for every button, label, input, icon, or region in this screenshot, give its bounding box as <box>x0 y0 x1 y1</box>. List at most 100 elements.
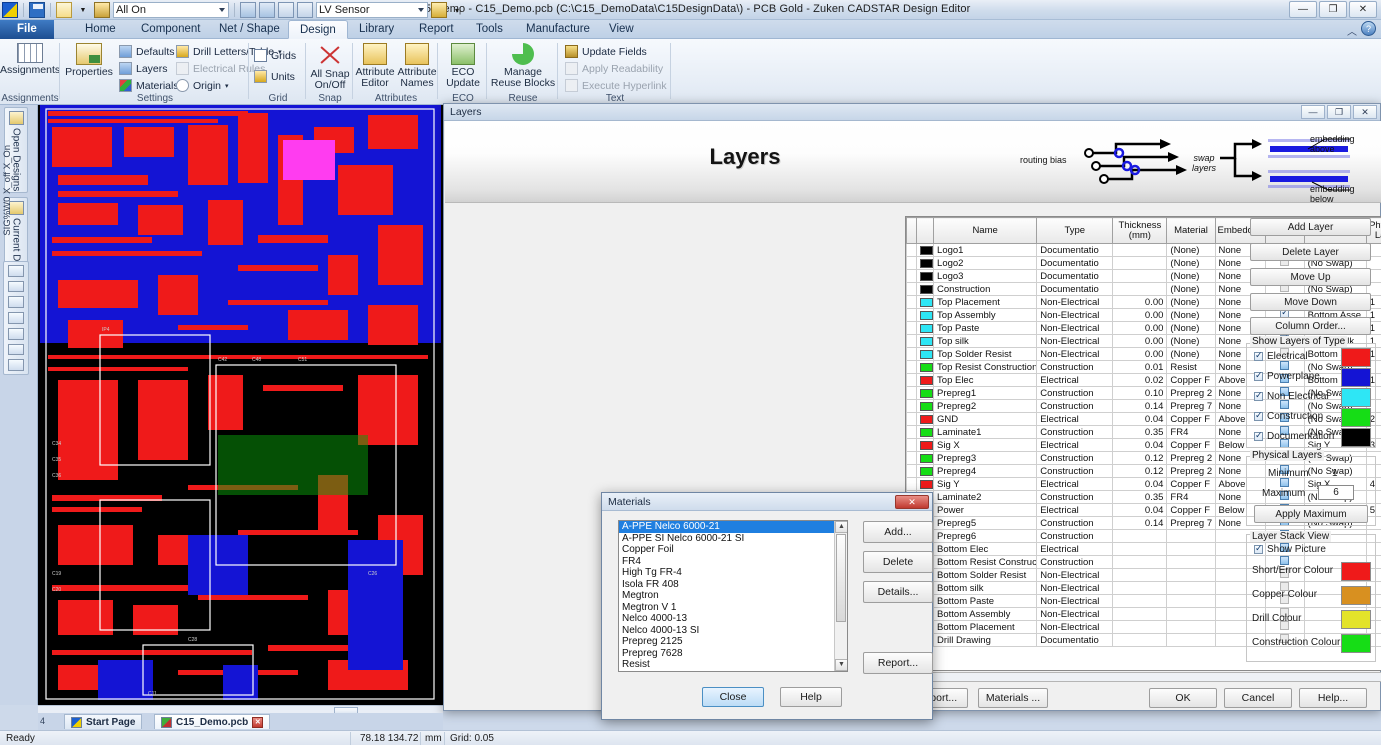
row-colour-cell[interactable] <box>916 399 935 413</box>
cell-name[interactable]: Power <box>933 503 1038 517</box>
cell-name[interactable]: Logo3 <box>933 269 1038 283</box>
tab-component[interactable]: Component <box>130 20 211 39</box>
cell-thickness[interactable] <box>1112 542 1168 556</box>
cell-material[interactable]: (None) <box>1166 308 1216 322</box>
tab-net-shape[interactable]: Net / Shape <box>208 20 291 39</box>
row-select-cell[interactable] <box>906 321 918 335</box>
cell-material[interactable]: Copper F <box>1166 438 1216 452</box>
sensor-combo[interactable]: LV Sensor <box>316 2 428 18</box>
cell-thickness[interactable]: 0.14 <box>1112 399 1168 413</box>
cell-name[interactable]: Prepreg4 <box>933 464 1038 478</box>
row-colour-cell[interactable] <box>916 282 935 296</box>
cell-type[interactable]: Electrical <box>1036 438 1114 452</box>
layer-icon[interactable] <box>94 2 110 18</box>
show-picture-row[interactable]: Show Picture <box>1254 543 1326 555</box>
cell-name[interactable]: Prepreg3 <box>933 451 1038 465</box>
cell-thickness[interactable] <box>1112 633 1168 647</box>
list-item[interactable]: Copper Foil <box>619 544 847 556</box>
tab-report[interactable]: Report <box>408 20 465 39</box>
cell-thickness[interactable]: 0.35 <box>1112 425 1168 439</box>
cell-material[interactable] <box>1166 633 1216 647</box>
route-icon[interactable] <box>259 2 275 18</box>
update-fields-item[interactable]: Update Fields <box>565 44 647 59</box>
materials-add-button[interactable]: Add... <box>863 521 933 543</box>
cell-thickness[interactable]: 0.00 <box>1112 347 1168 361</box>
list-item[interactable]: Megtron <box>619 590 847 602</box>
cell-type[interactable]: Documentatio <box>1036 243 1114 257</box>
col-name[interactable]: Name <box>933 217 1038 244</box>
cell-thickness[interactable]: 0.04 <box>1112 412 1168 426</box>
cell-type[interactable]: Non-Electrical <box>1036 347 1114 361</box>
col-thickness[interactable]: Thickness (mm) <box>1112 217 1168 244</box>
row-select-cell[interactable] <box>906 425 918 439</box>
layer-colour-swatch[interactable] <box>920 297 933 307</box>
close-icon[interactable]: ✕ <box>252 716 264 728</box>
col-type[interactable]: Type <box>1036 217 1114 244</box>
cell-type[interactable]: Construction <box>1036 516 1114 530</box>
cell-type[interactable]: Construction <box>1036 451 1114 465</box>
layer-type-checkbox[interactable] <box>1254 370 1263 381</box>
cell-material[interactable]: (None) <box>1166 243 1216 257</box>
scrollbar-thumb[interactable] <box>836 534 846 622</box>
row-select-cell[interactable] <box>906 308 918 322</box>
cell-name[interactable]: Bottom Paste <box>933 594 1038 608</box>
layer-colour-swatch[interactable] <box>920 362 933 372</box>
cell-material[interactable]: (None) <box>1166 347 1216 361</box>
cell-thickness[interactable]: 0.00 <box>1112 334 1168 348</box>
row-select-cell[interactable] <box>906 360 918 374</box>
cell-name[interactable]: Top Solder Resist <box>933 347 1038 361</box>
layers-minimize-button[interactable]: — <box>1301 105 1325 119</box>
cell-material[interactable]: Prepreg 7 <box>1166 399 1216 413</box>
layer-type-row-documentation[interactable]: Documentation <box>1254 430 1334 442</box>
layer-colour-swatch[interactable] <box>920 440 933 450</box>
cell-type[interactable]: Electrical <box>1036 542 1114 556</box>
tab-c15-demo-pcb[interactable]: C15_Demo.pcb ✕ <box>154 714 271 729</box>
push-icon[interactable] <box>431 2 447 18</box>
tab-view[interactable]: View <box>598 20 645 39</box>
cell-name[interactable]: Top Resist Construction <box>933 360 1038 374</box>
column-order-button[interactable]: Column Order... <box>1250 317 1371 335</box>
cell-type[interactable]: Electrical <box>1036 412 1114 426</box>
materials-close-icon[interactable]: ✕ <box>895 495 929 509</box>
layer-colour-swatch[interactable] <box>920 466 933 476</box>
col-material[interactable]: Material <box>1166 217 1216 244</box>
layer-type-row-construction[interactable]: Construction <box>1254 410 1323 422</box>
cell-thickness[interactable]: 0.00 <box>1112 295 1168 309</box>
cell-type[interactable]: Construction <box>1036 386 1114 400</box>
chevron-up-icon[interactable]: ︿ <box>1347 23 1357 38</box>
cell-thickness[interactable]: 0.10 <box>1112 386 1168 400</box>
layer-type-colour-swatch[interactable] <box>1341 348 1371 367</box>
layers-close-button[interactable]: ✕ <box>1353 105 1377 119</box>
row-colour-cell[interactable] <box>916 256 935 270</box>
attribute-names-button[interactable]: Attribute Names <box>396 43 438 89</box>
cell-thickness[interactable] <box>1112 581 1168 595</box>
materials-item[interactable]: Materials <box>119 78 179 93</box>
cell-thickness[interactable] <box>1112 620 1168 634</box>
materials-button[interactable]: Materials ... <box>978 688 1048 708</box>
cell-type[interactable]: Construction <box>1036 464 1114 478</box>
cell-thickness[interactable]: 0.00 <box>1112 321 1168 335</box>
chevron-down-icon[interactable]: ▾ <box>225 82 229 90</box>
tab-library[interactable]: Library <box>348 20 405 39</box>
tab-start-page[interactable]: Start Page <box>64 714 143 729</box>
row-select-cell[interactable] <box>906 282 918 296</box>
layer-colour-swatch[interactable] <box>920 453 933 463</box>
cell-material[interactable]: (None) <box>1166 282 1216 296</box>
cell-type[interactable]: Construction <box>1036 425 1114 439</box>
cell-type[interactable]: Non-Electrical <box>1036 568 1114 582</box>
frame-icon[interactable] <box>278 2 294 18</box>
stack-colour-swatch[interactable] <box>1341 586 1371 605</box>
export-icon[interactable] <box>8 280 24 293</box>
tab-overflow-indicator[interactable]: 4 <box>40 716 45 726</box>
row-select-cell[interactable] <box>906 256 918 270</box>
row-colour-cell[interactable] <box>916 321 935 335</box>
stack-colour-swatch[interactable] <box>1341 562 1371 581</box>
row-select-cell[interactable] <box>906 386 918 400</box>
row-select-cell[interactable] <box>906 451 918 465</box>
cell-type[interactable]: Construction <box>1036 529 1114 543</box>
layer-colour-swatch[interactable] <box>920 284 933 294</box>
add-layer-button[interactable]: Add Layer <box>1250 218 1371 236</box>
cancel-button[interactable]: Cancel <box>1224 688 1292 708</box>
more-icon[interactable]: ▾| <box>450 2 466 18</box>
row-colour-cell[interactable] <box>916 295 935 309</box>
